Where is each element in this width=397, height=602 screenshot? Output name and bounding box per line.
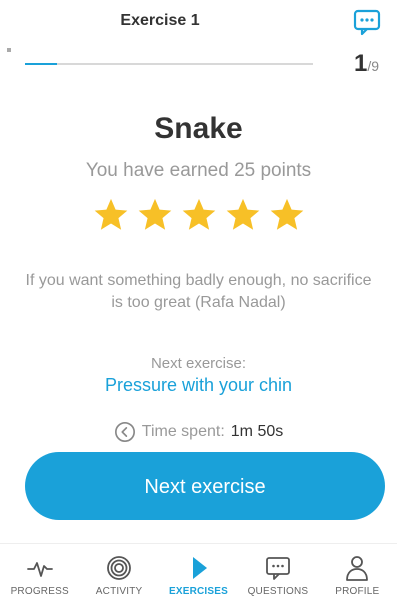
step-current: 1 xyxy=(353,50,368,77)
nav-item-exercises[interactable]: EXERCISES xyxy=(159,544,238,602)
next-exercise-label: Next exercise: xyxy=(150,355,247,372)
indicator-dot xyxy=(7,48,11,52)
nav-item-profile[interactable]: PROFILE xyxy=(318,544,397,602)
time-spent-value: 1m 50s xyxy=(230,423,284,440)
nav-label-profile: PROFILE xyxy=(335,586,380,597)
chat-icon xyxy=(266,557,290,580)
step-total: /9 xyxy=(367,58,379,74)
star-icon xyxy=(94,198,127,230)
back-circle-icon xyxy=(114,422,135,442)
motivational-quote: If you want something badly enough, no s… xyxy=(25,272,372,311)
nav-item-progress[interactable]: PROGRESS xyxy=(0,544,79,602)
nav-item-questions[interactable]: QUESTIONS xyxy=(238,544,317,602)
exercise-progress-fill xyxy=(25,63,57,65)
time-spent-label: Time spent: xyxy=(141,423,225,440)
time-spent: Time spent: 1m 50s xyxy=(0,421,397,443)
header: Exercise 1 xyxy=(0,0,397,50)
step-counter: 1/9 xyxy=(354,50,379,78)
bottom-nav: PROGRESS ACTIVITY EXERCISES QUESTIONS PR… xyxy=(0,543,397,602)
nav-item-activity[interactable]: ACTIVITY xyxy=(79,544,158,602)
star-rating xyxy=(0,196,397,234)
pulse-icon xyxy=(26,562,53,577)
activity-rings-icon xyxy=(107,556,132,580)
nav-label-activity: ACTIVITY xyxy=(95,586,143,597)
next-exercise-button[interactable]: Next exercise xyxy=(25,452,385,520)
exercise-title: Snake xyxy=(154,112,243,145)
exercise-progress-bar xyxy=(25,63,313,65)
person-icon xyxy=(346,556,369,581)
next-exercise-name[interactable]: Pressure with your chin xyxy=(0,375,397,396)
star-icon xyxy=(226,198,259,230)
nav-label-exercises: EXERCISES xyxy=(168,586,229,597)
chat-icon[interactable] xyxy=(353,8,381,36)
star-icon xyxy=(182,198,215,230)
points-earned: You have earned 25 points xyxy=(85,160,312,181)
header-title: Exercise 1 xyxy=(120,12,200,29)
nav-label-progress: PROGRESS xyxy=(10,586,69,597)
play-icon xyxy=(192,557,207,579)
nav-label-questions: QUESTIONS xyxy=(247,586,309,597)
star-icon xyxy=(138,198,171,230)
star-icon xyxy=(270,198,303,230)
